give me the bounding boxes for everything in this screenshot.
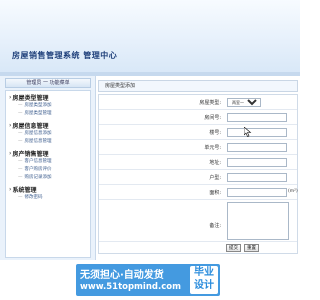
reset-button[interactable]: 重置 xyxy=(244,244,259,252)
form-row-unit: 单元号: xyxy=(99,140,297,155)
sidebar-item-manage-house-info[interactable]: — 房屋信息管理 xyxy=(6,138,90,146)
note-textarea[interactable] xyxy=(227,202,289,240)
form-heading: 房屋类型添加 xyxy=(98,80,298,92)
expand-arrow-icon: › xyxy=(9,94,12,101)
menu-group-house-info: › 房屋信息管理 — 房屋信息添加 — 房屋信息管理 xyxy=(6,121,90,146)
form-row-area: 面积: (m²) xyxy=(99,185,298,200)
expand-arrow-icon: › xyxy=(9,122,12,129)
mouse-cursor-icon xyxy=(244,127,252,137)
field-label: 户型: xyxy=(209,175,221,181)
expand-arrow-icon: › xyxy=(9,150,12,157)
address-input[interactable] xyxy=(227,158,287,167)
area-input[interactable] xyxy=(227,188,287,197)
sidebar-item-customer-info[interactable]: — 客户信息管理 xyxy=(6,158,90,166)
sidebar-item-customer-review[interactable]: — 客户购房评价 xyxy=(6,166,90,174)
form-row-house-no: 房间号: xyxy=(99,110,297,125)
sidebar: 管理员 一 功能菜单 › 房屋类型管理 — 房屋类型添加 — 房屋类型管理 › 房屋信息… xyxy=(0,76,96,260)
submit-button[interactable]: 提交 xyxy=(226,244,241,252)
house-type-select[interactable]: 两室一厅 xyxy=(227,98,261,107)
field-label: 地址: xyxy=(209,160,221,166)
house-type-form: 房屋类型: 两室一厅 房间号: 楼号: 单元号: 地址: 户型: 面积: (m²… xyxy=(98,94,298,254)
watermark-banner: 无须担心·自动发货 www.51topmind.com 毕业 设计 xyxy=(76,264,220,296)
header: 房屋销售管理系统 管理中心 xyxy=(0,0,300,76)
field-label: 房屋类型: xyxy=(199,100,221,106)
menu-group-sales: › 房产销售管理 — 客户信息管理 — 客户购房评价 — 购房记录添加 xyxy=(6,149,90,182)
sidebar-item-change-password[interactable]: — 修改密码 xyxy=(6,194,90,202)
menu-group-system: › 系统管理 — 修改密码 xyxy=(6,185,90,202)
orientation-input[interactable] xyxy=(227,173,287,182)
sidebar-item-purchase-record[interactable]: — 购房记录添加 xyxy=(6,174,90,182)
watermark-slogan: 无须担心·自动发货 xyxy=(80,270,164,281)
form-row-type: 房屋类型: 两室一厅 xyxy=(99,95,297,110)
expand-arrow-icon: › xyxy=(9,186,12,193)
menu-group-title[interactable]: › 系统管理 xyxy=(6,185,90,194)
menu-group-title[interactable]: › 房屋信息管理 xyxy=(6,121,90,130)
field-label: 楼号: xyxy=(209,130,221,136)
building-input[interactable] xyxy=(227,128,287,137)
form-row-address: 地址: xyxy=(99,155,297,170)
form-row-building: 楼号: xyxy=(99,125,297,140)
area-unit: (m²) xyxy=(288,189,298,194)
field-label: 单元号: xyxy=(204,145,221,151)
menu-group-house-type: › 房屋类型管理 — 房屋类型添加 — 房屋类型管理 xyxy=(6,93,90,118)
field-label: 面积: xyxy=(209,190,221,196)
app-title: 房屋销售管理系统 管理中心 xyxy=(12,50,118,60)
sidebar-heading: 管理员 一 功能菜单 xyxy=(5,78,91,88)
watermark-url: www.51topmind.com xyxy=(80,282,181,292)
main-content: 房屋类型添加 房屋类型: 两室一厅 房间号: 楼号: 单元号: 地址: 户型: … xyxy=(98,80,298,255)
sidebar-menu: › 房屋类型管理 — 房屋类型添加 — 房屋类型管理 › 房屋信息管理 — 房屋信息添加 … xyxy=(5,90,91,258)
unit-input[interactable] xyxy=(227,143,287,152)
sidebar-item-add-house-info[interactable]: — 房屋信息添加 xyxy=(6,130,90,138)
menu-group-title[interactable]: › 房产销售管理 xyxy=(6,149,90,158)
field-label: 备注: xyxy=(209,223,221,229)
sidebar-item-add-house-type[interactable]: — 房屋类型添加 xyxy=(6,102,90,110)
menu-group-title[interactable]: › 房屋类型管理 xyxy=(6,93,90,102)
watermark-badge: 毕业 设计 xyxy=(190,266,218,294)
form-row-note: 备注: xyxy=(99,200,297,242)
sidebar-item-manage-house-type[interactable]: — 房屋类型管理 xyxy=(6,110,90,118)
form-row-orientation: 户型: xyxy=(99,170,297,185)
form-buttons: 提交 重置 xyxy=(226,244,259,252)
field-label: 房间号: xyxy=(204,115,221,121)
house-no-input[interactable] xyxy=(227,113,287,122)
